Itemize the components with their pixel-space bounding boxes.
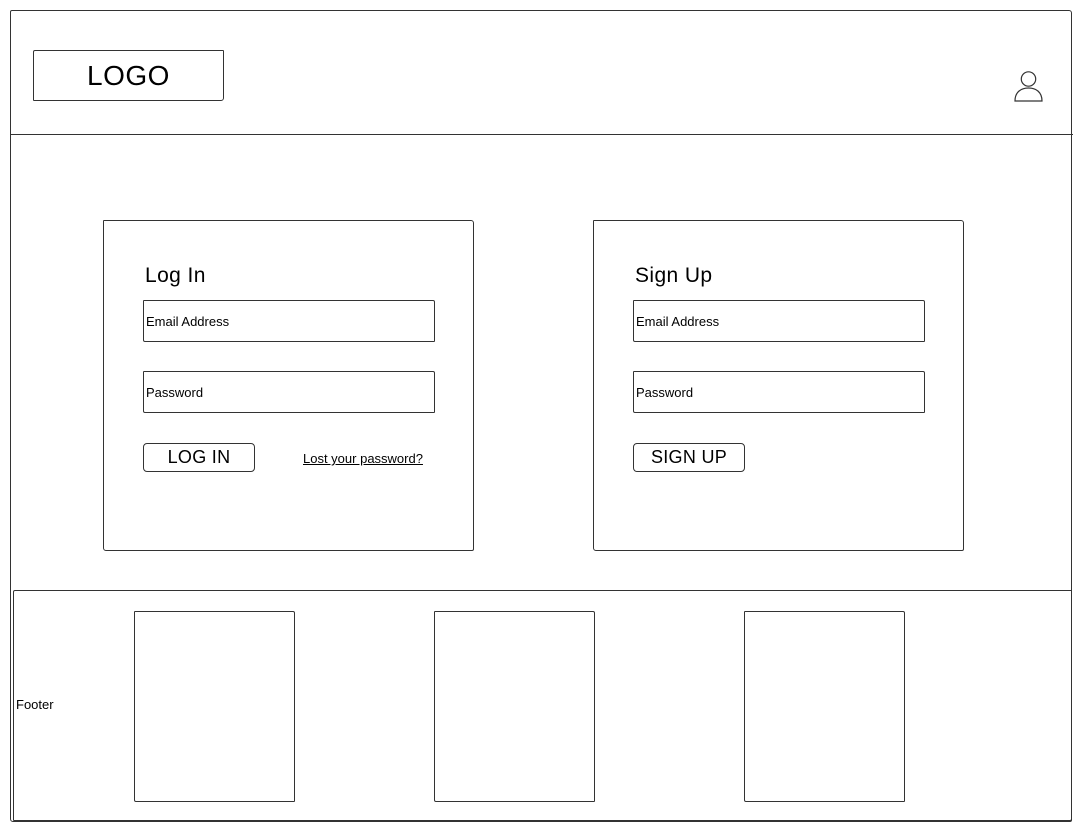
signup-email-placeholder: Email Address [636, 313, 720, 329]
footer-column-2 [434, 611, 595, 802]
login-password-field[interactable]: Password [143, 371, 435, 413]
signup-panel: Sign Up Email Address Password SIGN UP [593, 220, 964, 551]
footer: Footer [13, 590, 1072, 821]
signup-title: Sign Up [635, 264, 713, 287]
user-icon[interactable] [1013, 70, 1044, 102]
signup-button[interactable]: SIGN UP [633, 443, 745, 472]
footer-column-3 [744, 611, 905, 802]
footer-label: Footer [16, 697, 54, 712]
login-button-label: LOG IN [167, 447, 231, 467]
lost-password-link[interactable]: Lost your password? [303, 451, 423, 466]
login-title: Log In [145, 264, 206, 287]
logo-text: LOGO [87, 59, 170, 91]
signup-password-placeholder: Password [636, 384, 694, 400]
header-divider [11, 134, 1073, 135]
logo[interactable]: LOGO [33, 50, 224, 101]
login-button[interactable]: LOG IN [143, 443, 255, 472]
login-password-placeholder: Password [146, 384, 204, 400]
signup-email-field[interactable]: Email Address [633, 300, 925, 342]
login-panel: Log In Email Address Password LOG IN Los… [103, 220, 474, 551]
signup-button-label: SIGN UP [650, 447, 728, 467]
footer-column-1 [134, 611, 295, 802]
signup-password-field[interactable]: Password [633, 371, 925, 413]
login-email-field[interactable]: Email Address [143, 300, 435, 342]
login-email-placeholder: Email Address [146, 313, 230, 329]
